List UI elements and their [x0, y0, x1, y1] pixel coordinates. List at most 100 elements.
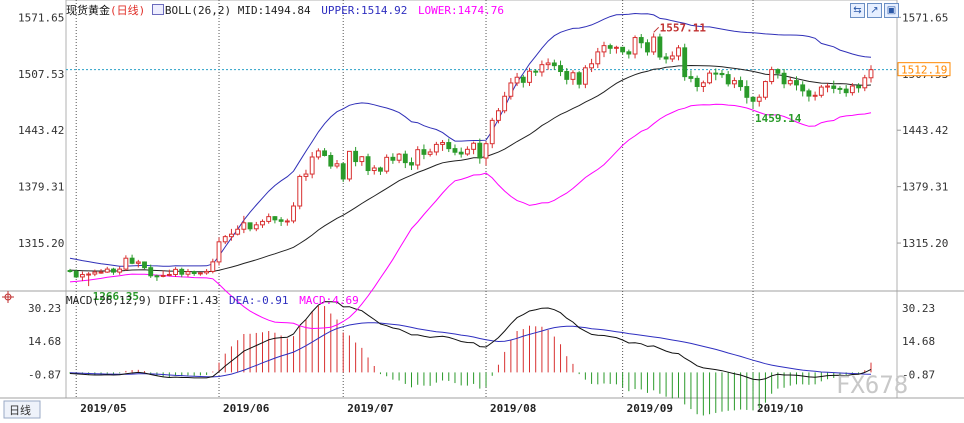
candle — [551, 59, 557, 71]
candle — [353, 146, 359, 167]
window-icon[interactable]: ▣ — [884, 3, 899, 18]
candle — [297, 174, 303, 210]
indicator-name[interactable]: BOLL(26,2) — [165, 4, 231, 17]
candle — [309, 152, 315, 179]
price-tick-label-left: 1379.31 — [18, 181, 64, 194]
candle — [508, 78, 514, 100]
candle — [117, 266, 123, 275]
candle — [489, 117, 495, 149]
candle — [676, 45, 681, 61]
high-annotation: 1557.11 — [660, 21, 707, 34]
candle — [384, 154, 390, 174]
candle — [135, 259, 141, 268]
candle — [843, 85, 849, 97]
price-tick-label: 1315.20 — [902, 237, 948, 250]
date-tick-label: 2019/05 — [80, 402, 126, 415]
candle — [204, 269, 210, 275]
candle — [818, 84, 824, 98]
candle — [657, 33, 663, 60]
candle — [179, 267, 185, 278]
candle — [160, 270, 166, 278]
date-tick-label: 2019/08 — [490, 402, 536, 415]
candle — [682, 43, 688, 81]
candle — [154, 274, 160, 281]
candle — [222, 235, 228, 245]
candle — [558, 60, 563, 77]
symbol-name: 现货黄金 — [66, 4, 110, 17]
candle — [651, 33, 657, 55]
candle — [645, 39, 650, 56]
crosshair-icon[interactable] — [2, 291, 14, 303]
candle — [738, 76, 744, 91]
candle — [812, 91, 818, 101]
candle — [719, 70, 725, 78]
date-tick-label: 2019/09 — [627, 402, 673, 415]
price-axis: 1571.651571.651507.531507.531443.421443.… — [18, 11, 948, 250]
candle — [626, 49, 632, 59]
macd-header: MACD(26,12,9) DIFF:1.43 DEA:-0.91 MACD:4… — [66, 294, 359, 307]
candle — [601, 41, 607, 58]
candle — [433, 141, 439, 156]
candle — [322, 148, 328, 157]
candle — [700, 80, 706, 93]
date-tick-label: 2019/06 — [223, 402, 270, 415]
plot-frame — [65, 0, 898, 399]
candle — [564, 68, 570, 85]
candle — [253, 221, 259, 232]
candle — [539, 60, 545, 77]
candle — [216, 237, 222, 266]
macd-value: MACD:4.69 — [299, 294, 359, 307]
candle — [272, 216, 278, 224]
chart-window: { "header": { "symbol": "现货黄金", "period"… — [0, 0, 964, 420]
candle — [129, 254, 135, 265]
mid-value: MID:1494.84 — [237, 4, 311, 17]
candle — [191, 270, 197, 276]
candle — [632, 35, 638, 59]
upper-band-line — [69, 12, 872, 267]
candle — [831, 80, 837, 94]
diff-line — [69, 301, 872, 381]
price-tick-label: 1443.42 — [902, 124, 948, 137]
candle — [210, 258, 216, 274]
candle — [415, 146, 421, 170]
candle — [545, 58, 551, 70]
draw-icon[interactable]: ↗ — [867, 3, 882, 18]
candle — [148, 264, 154, 278]
candle — [725, 71, 731, 87]
price-tick-label-left: 1443.42 — [18, 124, 64, 137]
candle — [229, 228, 234, 241]
toggle-icon[interactable]: ⇆ — [850, 3, 865, 18]
candle — [340, 162, 346, 183]
candle — [756, 94, 762, 107]
macd-tick-label-left: 14.68 — [28, 335, 61, 348]
macd-tick-label: 30.23 — [902, 302, 935, 315]
indicator-icon[interactable] — [151, 4, 164, 15]
candle — [663, 53, 669, 64]
candle — [440, 139, 445, 151]
candle — [315, 148, 321, 160]
watermark: FX678 — [836, 371, 908, 399]
price-tick-label-left: 1507.53 — [18, 68, 64, 81]
candle — [67, 268, 73, 273]
lower-value: LOWER:1474.76 — [417, 4, 505, 17]
candle — [247, 222, 253, 232]
candle — [427, 148, 433, 157]
candle — [862, 74, 868, 92]
candle — [359, 156, 365, 166]
candle — [446, 138, 452, 153]
candle — [260, 219, 265, 228]
candle — [750, 96, 756, 109]
low-annotation-oct: 1459.14 — [755, 112, 802, 125]
candle — [825, 83, 830, 93]
candle — [396, 153, 402, 164]
candle — [390, 153, 396, 164]
price-tick-label: 1379.31 — [902, 181, 948, 194]
macd-histogram — [69, 305, 872, 416]
price-tick-label-left: 1571.65 — [18, 11, 64, 24]
candle — [744, 80, 750, 104]
candle — [769, 66, 775, 85]
candle — [787, 77, 793, 86]
current-price-tag: 1512.19 — [897, 62, 951, 77]
candle — [104, 266, 110, 273]
tab-daily[interactable]: 日线 — [3, 400, 41, 419]
